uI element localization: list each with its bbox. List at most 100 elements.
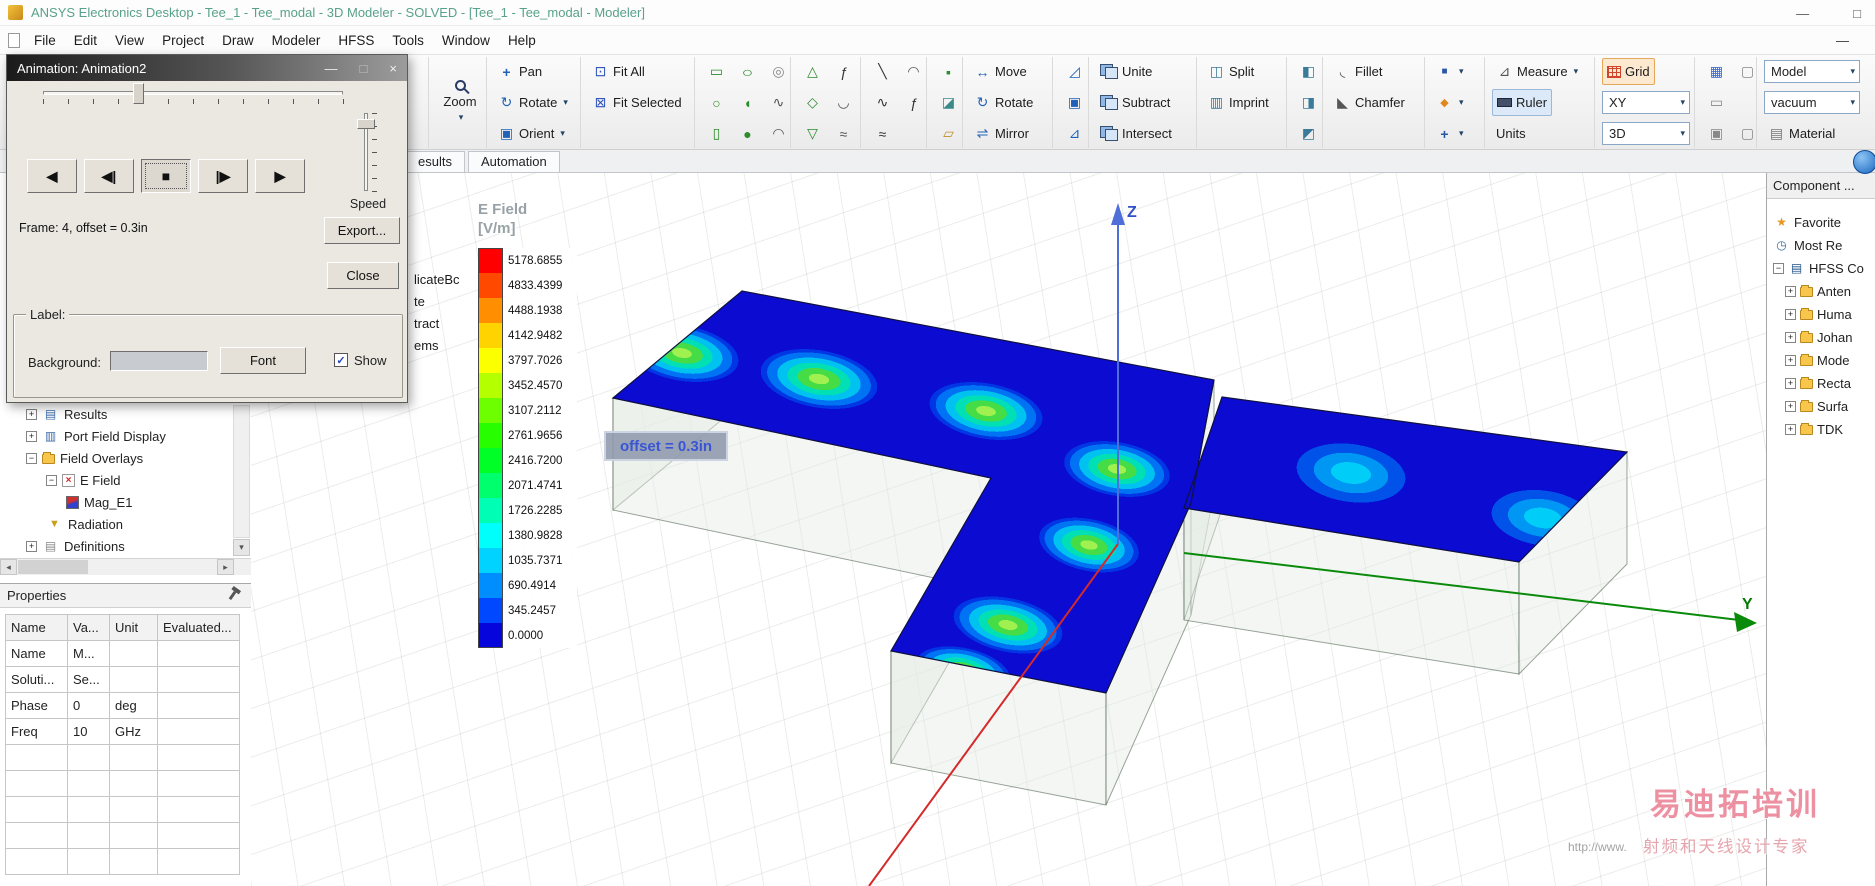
expand-icon[interactable]: +	[26, 430, 37, 442]
component-item-antennas[interactable]: + Anten	[1785, 282, 1851, 300]
step-forward-button[interactable]: |▶	[198, 159, 248, 193]
menu-hfss[interactable]: HFSS	[329, 29, 383, 52]
draw-spiral-icon[interactable]: ◎	[764, 58, 793, 85]
tree-hscrollbar[interactable]: ◂ ▸	[0, 558, 251, 575]
scale-icon[interactable]: ◿	[1060, 58, 1089, 85]
info-bubble-icon[interactable]	[1853, 150, 1875, 174]
menu-tools[interactable]: Tools	[383, 29, 433, 52]
ruler-button[interactable]: Ruler	[1492, 89, 1553, 116]
intersect-button[interactable]: Intersect	[1096, 120, 1176, 147]
frame-slider[interactable]	[43, 91, 343, 95]
wedge-icon[interactable]: ⊿	[1060, 120, 1089, 147]
equation-curve-icon[interactable]: ƒ	[899, 89, 928, 116]
viewport-3d[interactable]: Z Y E Field [V/m] 5178.6855 4833.4399 44…	[251, 173, 1766, 886]
dimension-select[interactable]: 3D ▾	[1602, 122, 1690, 145]
menu-project[interactable]: Project	[153, 29, 213, 52]
col-value[interactable]: Va...	[68, 615, 110, 641]
plane-select[interactable]: XY ▾	[1602, 91, 1690, 114]
fit-selected-button[interactable]: ⊠ Fit Selected	[588, 89, 686, 116]
frame-slider-thumb[interactable]	[133, 83, 144, 104]
expand-icon[interactable]: −	[26, 452, 37, 464]
local-cs-icon[interactable]: ▣	[1702, 120, 1731, 147]
tree-item-e-field[interactable]: − × E Field	[46, 471, 120, 489]
draw-arc-center-icon[interactable]: ◡	[829, 89, 858, 116]
tab-automation[interactable]: Automation	[467, 151, 560, 172]
component-item-modelithics[interactable]: + Mode	[1785, 351, 1850, 369]
tree-item-port-field-display[interactable]: + ▥ Port Field Display	[26, 427, 166, 445]
menu-view[interactable]: View	[106, 29, 153, 52]
expand-icon[interactable]: +	[26, 540, 37, 552]
orient-button[interactable]: ▣ Orient ▾	[494, 120, 569, 147]
draw-sphere-icon[interactable]: ●	[733, 120, 762, 147]
draw-rhombus-icon[interactable]: ◇	[798, 89, 827, 116]
col-name[interactable]: Name	[6, 615, 68, 641]
cs-dropdown-button[interactable]: + ▾	[1432, 120, 1468, 147]
component-item-surface[interactable]: + Surfa	[1785, 397, 1848, 415]
menu-help[interactable]: Help	[499, 29, 545, 52]
table-row[interactable]: Phase 0 deg	[6, 693, 240, 719]
draw-3pt-arc-icon[interactable]: ◠	[899, 58, 928, 85]
measure-button[interactable]: ⊿ Measure ▾	[1492, 58, 1582, 85]
unite-button[interactable]: Unite	[1096, 58, 1156, 85]
draw-circle-icon[interactable]: ○	[702, 89, 731, 116]
scrollbar-thumb[interactable]	[18, 560, 88, 574]
offset-icon[interactable]: ▣	[1060, 89, 1089, 116]
zoom-button[interactable]: Zoom ▾	[436, 57, 484, 146]
draw-wave-icon[interactable]: ≈	[829, 120, 858, 147]
draw-cone-icon[interactable]: ▽	[798, 120, 827, 147]
scroll-left-icon[interactable]: ◂	[0, 559, 17, 575]
menu-modeler[interactable]: Modeler	[263, 29, 330, 52]
menu-file[interactable]: File	[25, 29, 65, 52]
rotate-button[interactable]: ↻ Rotate	[970, 89, 1037, 116]
section-y-icon[interactable]: ◨	[1294, 89, 1323, 116]
background-color-swatch[interactable]	[110, 351, 208, 371]
tree-vscrollbar[interactable]	[233, 405, 250, 538]
expand-icon[interactable]: −	[46, 474, 57, 486]
menu-window[interactable]: Window	[433, 29, 499, 52]
expand-icon[interactable]: −	[1773, 262, 1784, 274]
scroll-down-icon[interactable]: ▾	[233, 539, 250, 556]
expand-icon[interactable]: +	[1785, 400, 1796, 412]
dialog-minimize-button[interactable]: —	[325, 61, 338, 76]
mdi-minimize-button[interactable]: —	[1836, 33, 1849, 48]
tree-item-results[interactable]: + ▤ Results	[26, 405, 107, 423]
section-x-icon[interactable]: ◧	[1294, 58, 1323, 85]
expand-icon[interactable]: +	[1785, 331, 1796, 343]
table-row[interactable]: Name M...	[6, 641, 240, 667]
component-item-hfss-components[interactable]: − ▤ HFSS Co	[1773, 259, 1864, 277]
ruler-plane-icon[interactable]: ▭	[1702, 89, 1731, 116]
grid-toggle-button[interactable]: Grid	[1602, 58, 1655, 85]
draw-spline-icon[interactable]: ∿	[764, 89, 793, 116]
duplicate-dropdown-button[interactable]: ◆ ▾	[1432, 89, 1468, 116]
material-button[interactable]: ▤ Material	[1764, 120, 1839, 147]
material-select[interactable]: vacuum ▾	[1764, 91, 1860, 114]
component-item-most-recent[interactable]: ◷ Most Re	[1773, 236, 1842, 254]
draw-triangle-icon[interactable]: △	[798, 58, 827, 85]
show-checkbox[interactable]: ✓	[334, 353, 348, 367]
pin-icon[interactable]	[228, 590, 237, 601]
tree-item-definitions[interactable]: + ▤ Definitions	[26, 537, 125, 555]
rotate-view-button[interactable]: ↻ Rotate ▾	[494, 89, 572, 116]
menu-draw[interactable]: Draw	[213, 29, 263, 52]
export-button[interactable]: Export...	[324, 217, 400, 244]
col-evaluated[interactable]: Evaluated...	[158, 615, 240, 641]
equation-surface-icon[interactable]: ƒ	[829, 58, 858, 85]
draw-segment-icon[interactable]: ◖	[733, 89, 762, 116]
speed-slider-thumb[interactable]	[357, 119, 375, 129]
dialog-close-icon[interactable]: ×	[389, 61, 397, 76]
restore-button[interactable]: □	[1853, 6, 1861, 21]
tree-item-mag-e1[interactable]: Mag_E1	[66, 493, 132, 511]
snap-grid-icon[interactable]: ▦	[1702, 58, 1731, 85]
component-item-johanson[interactable]: + Johan	[1785, 328, 1852, 346]
fit-all-button[interactable]: ⊡ Fit All	[588, 58, 649, 85]
properties-header[interactable]: Properties	[0, 584, 251, 608]
expand-icon[interactable]: +	[1785, 308, 1796, 320]
scroll-right-icon[interactable]: ▸	[217, 559, 234, 575]
component-item-favorite[interactable]: ★ Favorite	[1773, 213, 1841, 231]
draw-cylinder-icon[interactable]: ▯	[702, 120, 731, 147]
table-row[interactable]: Freq 10 GHz	[6, 719, 240, 745]
tree-item-radiation[interactable]: ▼ Radiation	[46, 515, 123, 533]
play-button[interactable]: ▶	[255, 159, 305, 193]
expand-icon[interactable]: +	[1785, 354, 1796, 366]
dialog-maximize-button[interactable]: □	[360, 61, 368, 76]
